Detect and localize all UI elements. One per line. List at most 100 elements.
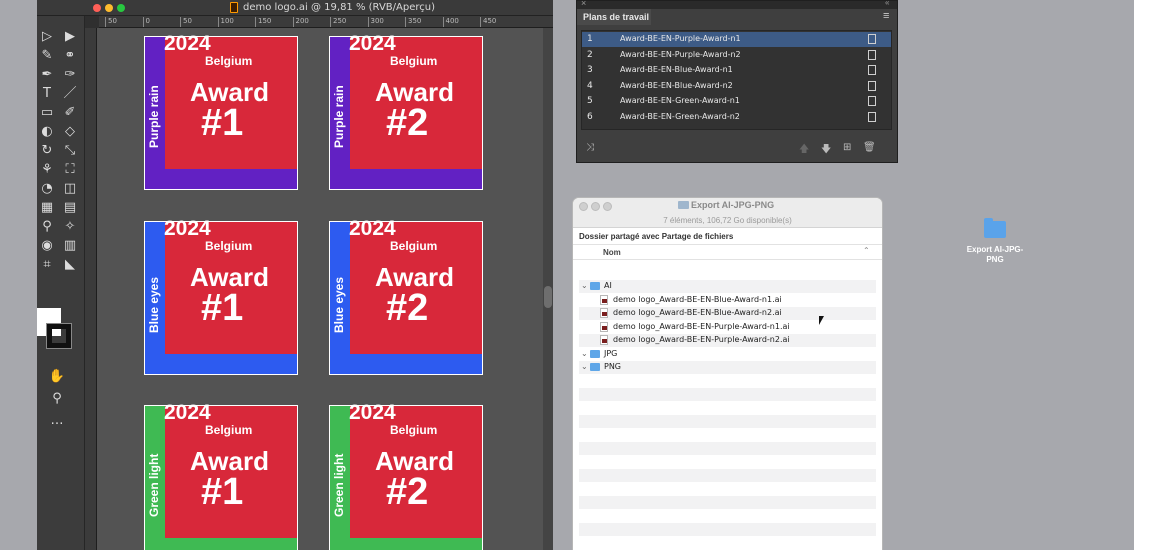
artboard-options-icon[interactable] — [868, 112, 876, 122]
disclosure-chevron-icon[interactable]: ⌄ — [581, 349, 588, 358]
tool-icon-26[interactable]: ✋ — [48, 368, 66, 386]
panel-menu-icon[interactable]: ≡ — [883, 10, 889, 22]
artboard-number: 4 — [587, 80, 593, 91]
minimize-window-button[interactable] — [591, 202, 600, 211]
artboard-canvas[interactable]: 2024BelgiumAward#1Purple rain2024Belgium… — [97, 28, 543, 550]
artboard[interactable]: 2024BelgiumAward#2Blue eyes — [329, 218, 483, 375]
tool-icon-10[interactable]: ◐ — [38, 123, 56, 141]
tool-icon-4[interactable]: ✒ — [38, 66, 56, 84]
artboard-options-icon[interactable] — [868, 65, 876, 76]
tool-icon-18[interactable]: ▦ — [38, 199, 56, 217]
folder-icon — [590, 282, 600, 290]
artboard[interactable]: 2024BelgiumAward#1Purple rain — [144, 33, 298, 190]
artboard-name[interactable]: Award-BE-EN-Purple-Award-n1 — [620, 34, 741, 43]
tool-icon-7[interactable]: ／ — [61, 85, 79, 103]
zoom-window-button[interactable] — [117, 4, 125, 12]
tool-icon-25[interactable]: ◣ — [61, 256, 79, 274]
artboard-name[interactable]: Award-BE-EN-Green-Award-n1 — [620, 96, 740, 105]
zoom-window-button[interactable] — [603, 202, 612, 211]
artboard-name[interactable]: Award-BE-EN-Blue-Award-n2 — [620, 81, 733, 90]
artboard-name[interactable]: Award-BE-EN-Green-Award-n2 — [620, 112, 740, 121]
minimize-window-button[interactable] — [105, 4, 113, 12]
artboard-list-row[interactable]: 4 Award-BE-EN-Blue-Award-n2 — [582, 79, 891, 94]
ruler-mark: 300 — [367, 17, 384, 27]
tab-artboards[interactable]: Plans de travail — [577, 9, 651, 25]
tool-icon-28[interactable]: … — [48, 412, 66, 430]
sort-chevron-icon[interactable]: ⌃ — [863, 246, 870, 255]
column-header[interactable]: Nom ⌃ — [573, 244, 882, 260]
vertical-ruler[interactable] — [85, 28, 97, 550]
empty-row — [579, 523, 876, 536]
folder-row[interactable]: ⌄ AI — [579, 280, 876, 293]
artboard-list: 1 Award-BE-EN-Purple-Award-n1 2 Award-BE-EN… — [581, 30, 892, 130]
move-up-icon[interactable]: 🡅 — [799, 142, 809, 159]
folder-name: AI — [604, 281, 612, 290]
stroke-color-swatch[interactable] — [47, 324, 71, 348]
folder-row[interactable]: ⌄ PNG — [579, 361, 876, 374]
artboard[interactable]: 2024BelgiumAward#2Green light — [329, 402, 483, 550]
disclosure-chevron-icon[interactable]: ⌄ — [581, 362, 588, 371]
artboard[interactable]: 2024BelgiumAward#1Green light — [144, 402, 298, 550]
artboard-options-icon[interactable] — [868, 49, 876, 60]
artboard-options-icon[interactable] — [868, 96, 876, 107]
tool-icon-14[interactable]: ⚘ — [38, 161, 56, 179]
tool-icon-2[interactable]: ✎ — [38, 47, 56, 65]
tool-icon-8[interactable]: ▭ — [38, 104, 56, 122]
disclosure-chevron-icon[interactable]: ⌄ — [581, 281, 588, 290]
tool-icon-23[interactable]: ▥ — [61, 237, 79, 255]
tool-icon-3[interactable]: ⚭ — [61, 47, 79, 65]
tool-icon-13[interactable]: ⤡ — [61, 142, 79, 160]
folder-row[interactable]: ⌄ JPG — [579, 348, 876, 361]
tool-icon-1[interactable]: ▶ — [61, 28, 79, 46]
close-window-button[interactable] — [579, 202, 588, 211]
desktop-folder-icon[interactable] — [984, 218, 1006, 238]
horizontal-ruler[interactable]: 50 0 50 100 150 200 250 300 350 400 450 — [99, 16, 553, 28]
new-artboard-icon[interactable]: ⊞ — [843, 142, 851, 153]
tool-icon-9[interactable]: ✐ — [61, 104, 79, 122]
rearrange-artboards-icon[interactable]: ⤨ — [586, 142, 594, 153]
file-row[interactable]: demo logo_Award-BE-EN-Blue-Award-n1.ai — [579, 294, 876, 307]
artboard-list-row[interactable]: 1 Award-BE-EN-Purple-Award-n1 — [582, 32, 891, 47]
tool-icon-12[interactable]: ↻ — [38, 142, 56, 160]
tool-icon-0[interactable]: ▷ — [38, 28, 56, 46]
artboard[interactable]: 2024BelgiumAward#1Blue eyes — [144, 218, 298, 375]
collapse-panel-icon[interactable]: « — [885, 0, 889, 7]
award-number: #2 — [386, 471, 429, 513]
artboard-list-row[interactable]: 2 Award-BE-EN-Purple-Award-n2 — [582, 48, 891, 63]
tool-icon-21[interactable]: ✧ — [61, 218, 79, 236]
column-name-header[interactable]: Nom — [603, 248, 621, 257]
file-row[interactable]: demo logo_Award-BE-EN-Purple-Award-n1.ai — [579, 321, 876, 334]
close-window-button[interactable] — [93, 4, 101, 12]
tool-icon-11[interactable]: ◇ — [61, 123, 79, 141]
scrollbar-thumb[interactable] — [544, 286, 552, 308]
tool-icon-16[interactable]: ◔ — [38, 180, 56, 198]
artboard-options-icon[interactable] — [868, 34, 876, 44]
artboard[interactable]: 2024BelgiumAward#2Purple rain — [329, 33, 483, 190]
award-country: Belgium — [390, 423, 438, 437]
artboard-list-row[interactable]: 3 Award-BE-EN-Blue-Award-n1 — [582, 63, 891, 78]
file-row[interactable]: demo logo_Award-BE-EN-Blue-Award-n2.ai — [579, 307, 876, 320]
tool-icon-17[interactable]: ◫ — [61, 180, 79, 198]
artboard-name[interactable]: Award-BE-EN-Purple-Award-n2 — [620, 50, 741, 59]
tool-icon-27[interactable]: ⚲ — [48, 390, 66, 408]
tool-icon-5[interactable]: ✑ — [61, 66, 79, 84]
delete-artboard-icon[interactable]: 🗑 — [863, 142, 876, 153]
tool-icon-22[interactable]: ◉ — [38, 237, 56, 255]
move-down-icon[interactable]: 🡇 — [821, 142, 831, 159]
folder-icon — [678, 201, 689, 209]
artboard-options-icon[interactable] — [868, 80, 876, 91]
artboard-list-row[interactable]: 6 Award-BE-EN-Green-Award-n2 — [582, 110, 891, 125]
tool-icon-20[interactable]: ⚲ — [38, 218, 56, 236]
artboard-name[interactable]: Award-BE-EN-Blue-Award-n1 — [620, 65, 733, 74]
tool-icon-24[interactable]: ⌗ — [38, 256, 56, 274]
artboard-list-row[interactable]: 5 Award-BE-EN-Green-Award-n1 — [582, 94, 891, 109]
tool-icon-6[interactable]: T — [38, 85, 56, 103]
ai-file-icon — [600, 308, 608, 318]
tool-icon-19[interactable]: ▤ — [61, 199, 79, 217]
file-row[interactable]: demo logo_Award-BE-EN-Purple-Award-n2.ai — [579, 334, 876, 347]
desktop-folder-label[interactable]: Export AI-JPG-PNG — [960, 245, 1030, 265]
document-title: demo logo.ai @ 19,81 % (RVB/Aperçu) — [243, 2, 435, 13]
tool-icon-15[interactable]: ⛶ — [61, 161, 79, 179]
vertical-scrollbar[interactable] — [543, 28, 553, 550]
close-panel-icon[interactable]: × — [581, 0, 586, 8]
